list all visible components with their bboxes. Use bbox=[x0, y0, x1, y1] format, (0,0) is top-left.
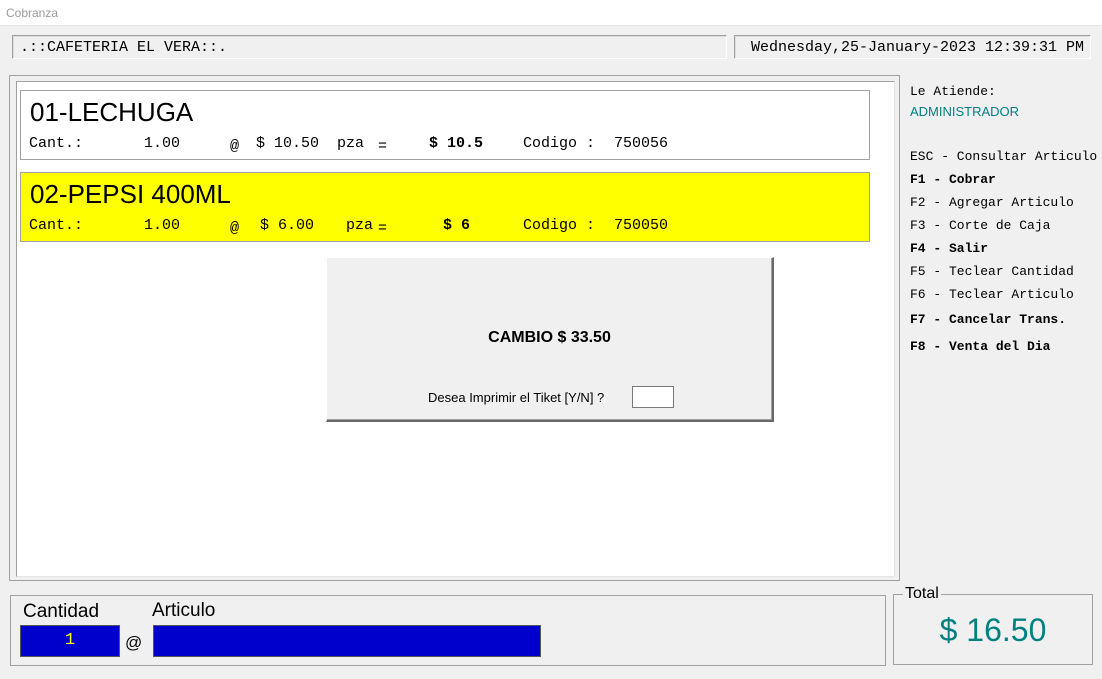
articulo-input[interactable] bbox=[153, 625, 541, 657]
shortcut-f7: F7 - Cancelar Trans. bbox=[910, 312, 1067, 327]
item-qty-label: Cant.: bbox=[29, 135, 84, 152]
cantidad-label: Cantidad bbox=[23, 601, 100, 622]
total-amount: $ 16.50 bbox=[939, 612, 1047, 648]
at-symbol: @ bbox=[125, 633, 143, 652]
item-total: $ 10.5 bbox=[429, 135, 484, 152]
shortcut-f2: F2 - Agregar Articulo bbox=[910, 195, 1074, 210]
print-ticket-input[interactable] bbox=[632, 386, 674, 408]
item-at: @ bbox=[230, 138, 240, 155]
print-ticket-prompt: Desea Imprimir el Tiket [Y/N] ? bbox=[428, 390, 605, 405]
item-qty: 1.00 bbox=[144, 135, 181, 152]
item-price: $ 10.50 bbox=[256, 135, 320, 152]
item-code-label: Codigo : bbox=[523, 217, 596, 234]
cantidad-input[interactable]: 1 bbox=[20, 625, 120, 657]
shortcut-f4: F4 - Salir bbox=[910, 241, 989, 256]
shortcut-esc: ESC - Consultar Articulo bbox=[910, 149, 1098, 164]
item-qty-label: Cant.: bbox=[29, 217, 84, 234]
articulo-label: Articulo bbox=[152, 600, 216, 621]
shortcut-f5: F5 - Teclear Cantidad bbox=[910, 264, 1074, 279]
item-at: @ bbox=[230, 220, 240, 237]
shortcut-f6: F6 - Teclear Articulo bbox=[910, 287, 1074, 302]
store-name-box: .::CAFETERIA EL VERA::. bbox=[12, 35, 727, 59]
attendant-name: ADMINISTRADOR bbox=[910, 104, 1020, 119]
item-name: 02-PEPSI 400ML bbox=[30, 179, 231, 209]
datetime-box: Wednesday,25-January-2023 12:39:31 PM bbox=[734, 35, 1091, 59]
item-equals: = bbox=[378, 138, 388, 155]
list-item[interactable]: 01-LECHUGA Cant.: 1.00 @ $ 10.50 pza = $… bbox=[20, 90, 870, 160]
item-qty: 1.00 bbox=[144, 217, 181, 234]
attendant-label: Le Atiende: bbox=[910, 84, 996, 99]
datetime: Wednesday,25-January-2023 12:39:31 PM bbox=[750, 39, 1084, 56]
total-label: Total bbox=[903, 585, 941, 603]
item-code: 750050 bbox=[614, 217, 669, 234]
item-price: $ 6.00 bbox=[260, 217, 315, 234]
change-dialog: CAMBIO $ 33.50 Desea Imprimir el Tiket [… bbox=[326, 257, 774, 422]
change-amount: CAMBIO $ 33.50 bbox=[488, 329, 611, 346]
item-equals: = bbox=[378, 220, 388, 237]
item-code: 750056 bbox=[614, 135, 669, 152]
store-name: .::CAFETERIA EL VERA::. bbox=[20, 39, 228, 56]
item-code-label: Codigo : bbox=[523, 135, 596, 152]
list-item-selected[interactable]: 02-PEPSI 400ML Cant.: 1.00 @ $ 6.00 pza … bbox=[20, 172, 870, 242]
item-unit: pza bbox=[346, 217, 374, 234]
shortcut-f3: F3 - Corte de Caja bbox=[910, 218, 1051, 233]
item-total: $ 6 bbox=[443, 217, 471, 234]
shortcut-f1: F1 - Cobrar bbox=[910, 172, 996, 187]
item-unit: pza bbox=[337, 135, 365, 152]
shortcut-f8: F8 - Venta del Dia bbox=[910, 339, 1051, 354]
item-name: 01-LECHUGA bbox=[30, 97, 194, 127]
window-titlebar: Cobranza bbox=[0, 0, 1102, 26]
window-title: Cobranza bbox=[6, 6, 59, 20]
